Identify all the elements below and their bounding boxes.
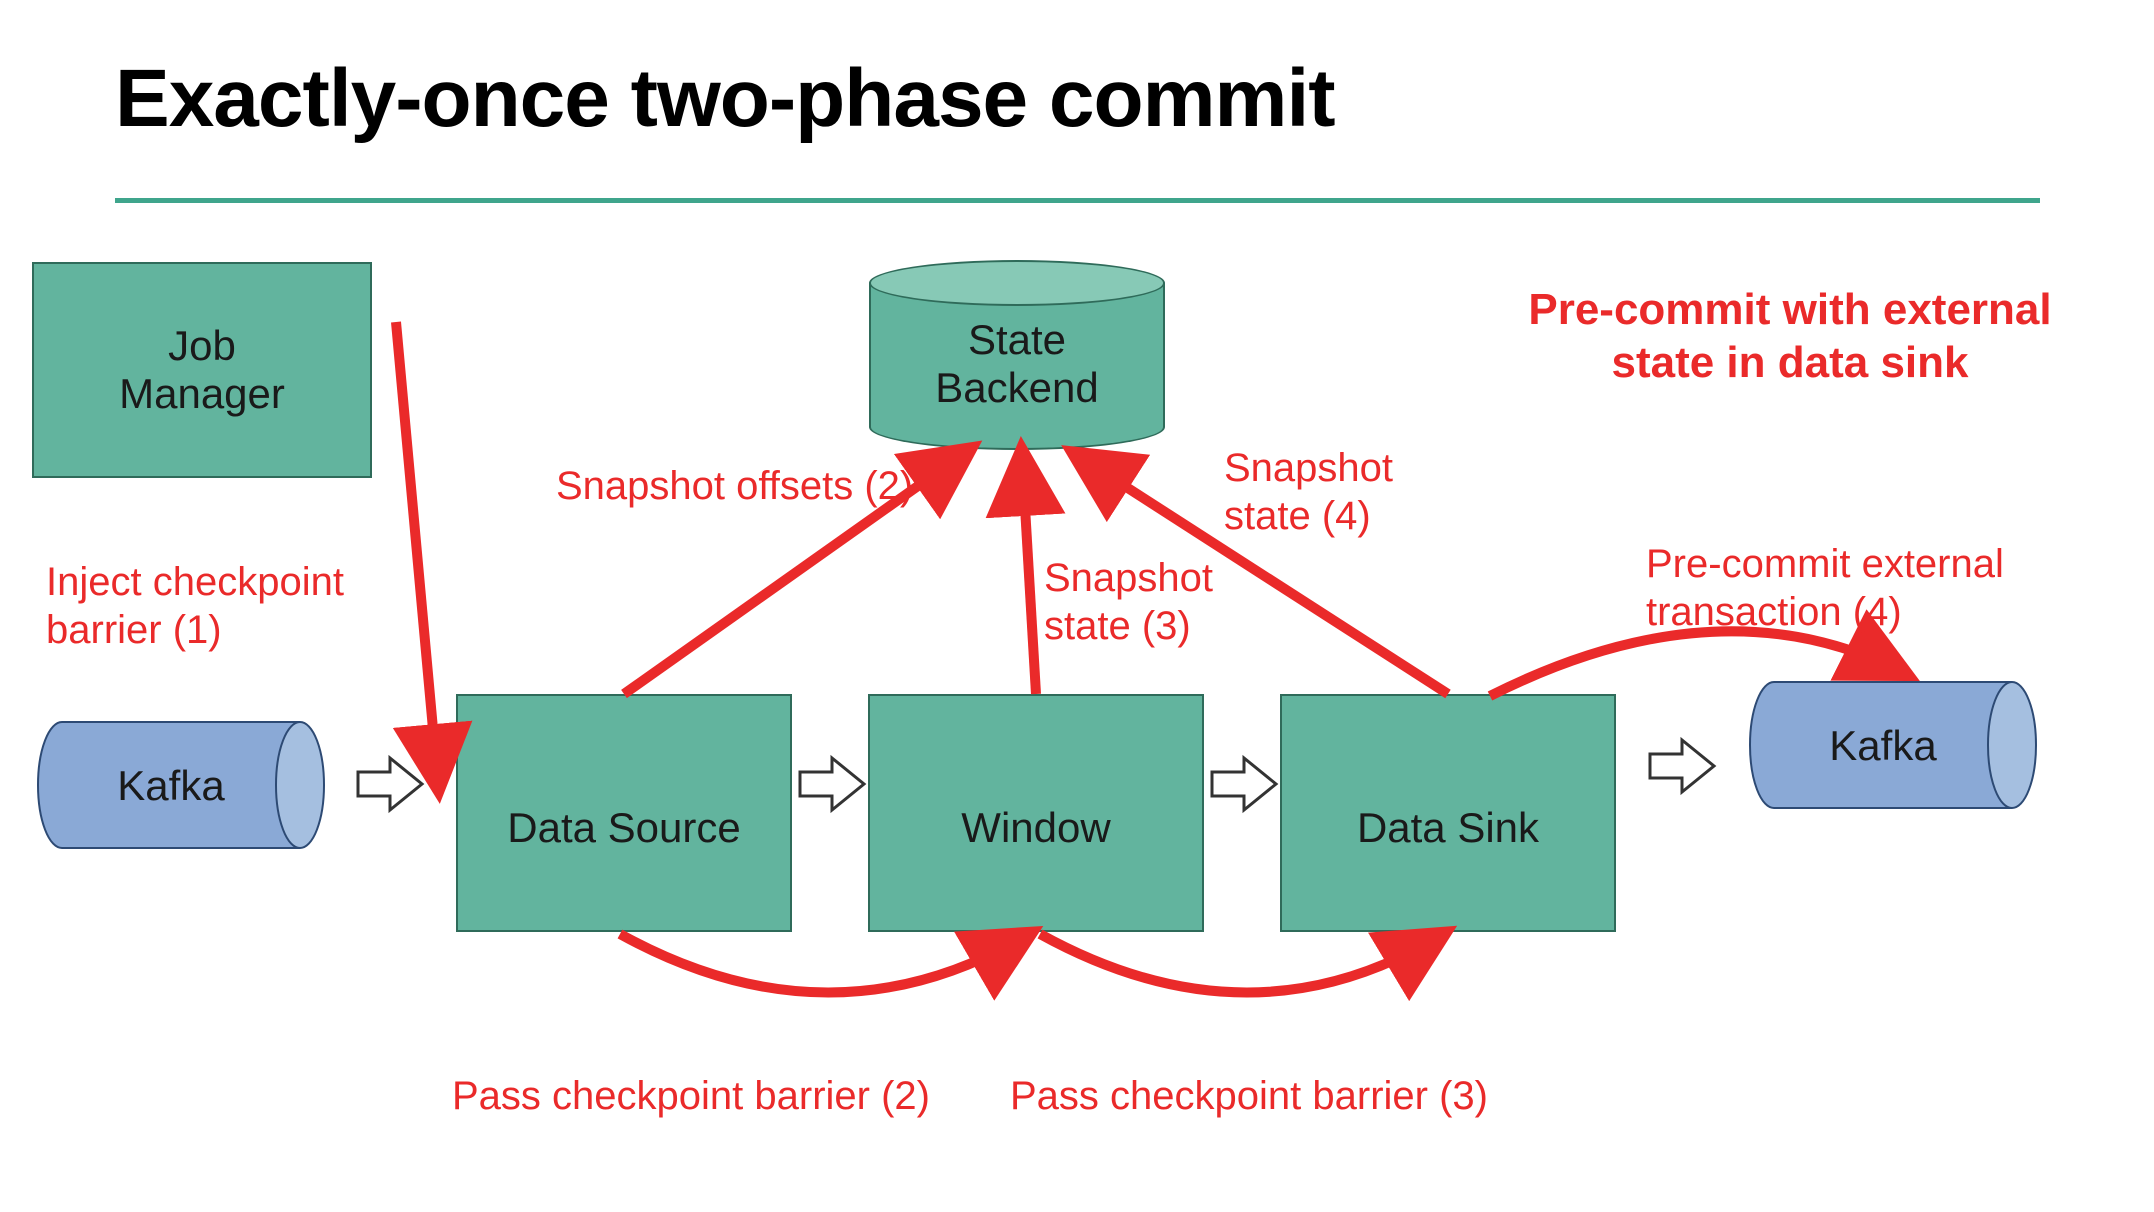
annotation-inject-barrier: Inject checkpoint barrier (1): [46, 558, 344, 654]
annotation-snapshot-state-4: Snapshot state (4): [1224, 444, 1393, 540]
arrow-snapshot-state-3: [1022, 456, 1036, 694]
node-window: Window: [868, 694, 1204, 932]
node-kafka-left-label: Kafka: [56, 762, 286, 810]
node-data-sink-label: Data Sink: [1357, 804, 1539, 852]
annotation-pass-barrier-3: Pass checkpoint barrier (3): [1010, 1072, 1488, 1120]
annotation-snapshot-state-3: Snapshot state (3): [1044, 554, 1213, 650]
arrow-window-to-sink-icon: [1212, 758, 1276, 810]
arrow-inject-barrier: [396, 322, 438, 784]
node-kafka-right: Kafka: [1748, 680, 2038, 810]
title-underline: [115, 198, 2040, 203]
arrow-sink-to-kafka-icon: [1650, 740, 1714, 792]
arrow-kafka-to-source-icon: [358, 758, 422, 810]
arrow-source-to-window-icon: [800, 758, 864, 810]
node-job-manager-label: Job Manager: [119, 322, 285, 419]
slide-title: Exactly-once two-phase commit: [115, 52, 1335, 146]
arrow-pass-barrier-3: [1040, 934, 1440, 993]
annotation-heading: Pre-commit with external state in data s…: [1486, 284, 2094, 390]
node-window-label: Window: [961, 804, 1110, 852]
annotation-snapshot-offsets: Snapshot offsets (2): [556, 462, 913, 510]
annotation-pass-barrier-2: Pass checkpoint barrier (2): [452, 1072, 930, 1120]
node-data-sink: Data Sink: [1280, 694, 1616, 932]
node-state-backend: State Backend: [869, 260, 1165, 450]
node-job-manager: Job Manager: [32, 262, 372, 478]
node-state-backend-label: State Backend: [869, 316, 1165, 413]
annotation-precommit-external: Pre-commit external transaction (4): [1646, 540, 2004, 636]
node-data-source-label: Data Source: [507, 804, 740, 852]
node-kafka-left: Kafka: [36, 720, 326, 850]
node-data-source: Data Source: [456, 694, 792, 932]
node-kafka-right-label: Kafka: [1768, 722, 1998, 770]
arrow-pass-barrier-2: [620, 934, 1026, 993]
